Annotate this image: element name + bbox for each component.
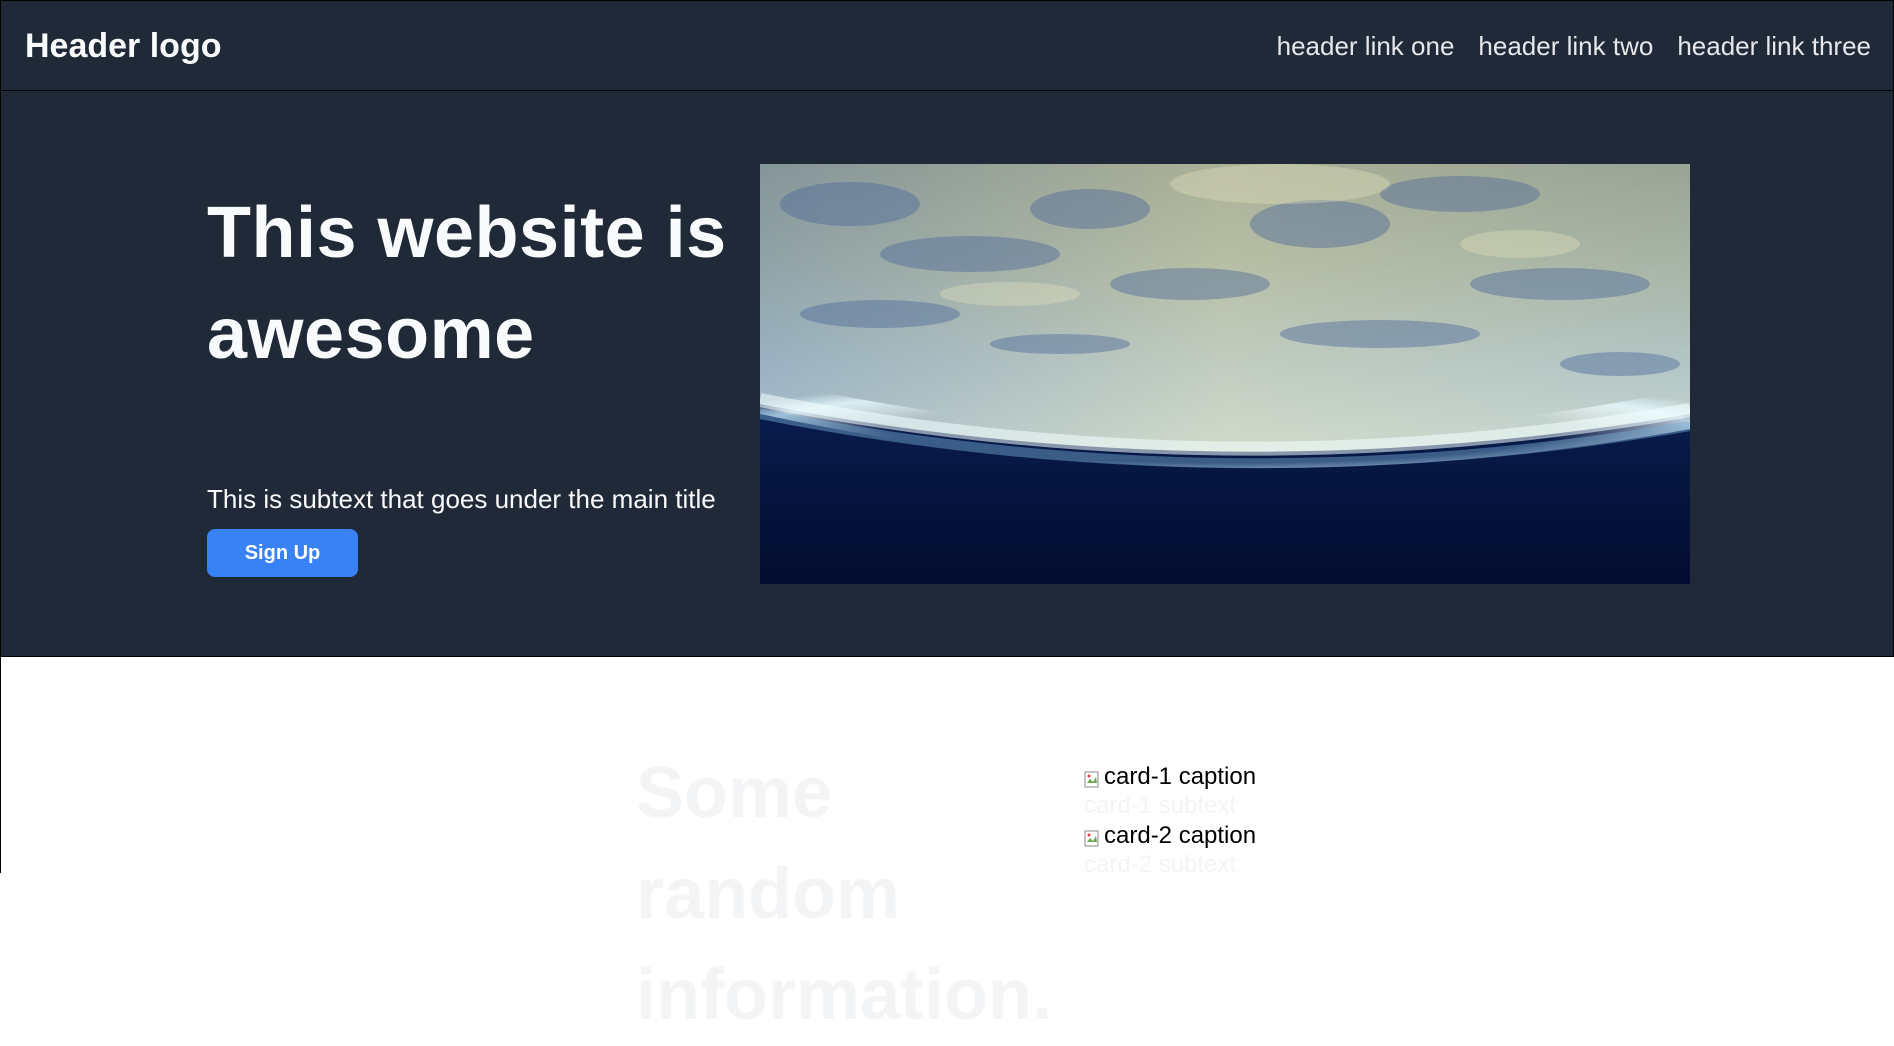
hero-title: This website is awesome [207, 193, 727, 374]
card-1: card-1 caption card-1 subtext [1084, 763, 1256, 821]
header-link-two[interactable]: header link two [1478, 30, 1653, 62]
info-title: Some random information. [636, 753, 1052, 1035]
card-2: card-2 caption card-2 subtext [1084, 822, 1256, 880]
header-nav: header link one header link two header l… [1277, 30, 1871, 62]
card-2-image: card-2 caption [1084, 822, 1256, 850]
broken-image-icon [1084, 768, 1100, 788]
card-1-caption: card-1 caption [1104, 763, 1257, 790]
card-2-caption: card-2 caption [1104, 822, 1257, 849]
sign-up-button[interactable]: Sign Up [207, 529, 358, 577]
hero-section: This website is awesome This is subtext … [0, 91, 1894, 657]
header-link-three[interactable]: header link three [1677, 30, 1871, 62]
header-link-one[interactable]: header link one [1277, 30, 1455, 62]
card-1-subtext: card-1 subtext [1084, 792, 1237, 819]
card-1-image: card-1 caption [1084, 763, 1256, 791]
card-2-subtext: card-2 subtext [1084, 851, 1237, 878]
hero-subtext: This is subtext that goes under the main… [207, 484, 716, 514]
header-logo[interactable]: Header logo [25, 26, 221, 66]
site-header: Header logo header link one header link … [0, 0, 1894, 91]
info-section: Some random information. card-1 caption … [0, 657, 1894, 1035]
broken-image-icon [1084, 827, 1100, 847]
hero-earth-image [760, 164, 1690, 584]
